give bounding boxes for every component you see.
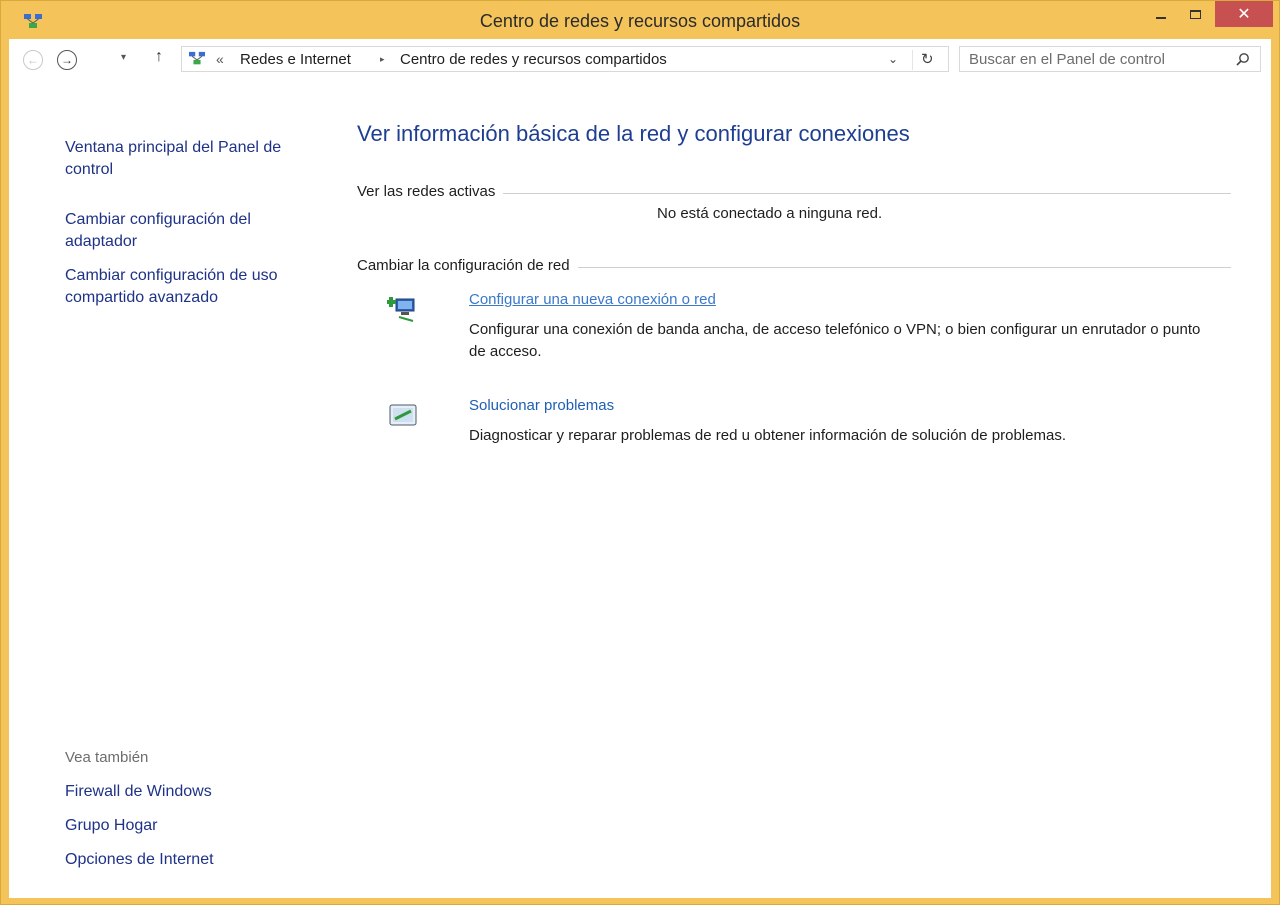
breadcrumb-separator-icon[interactable]: ▸ xyxy=(380,54,385,65)
change-settings-section: Cambiar la configuración de red xyxy=(357,257,1231,277)
back-button[interactable]: ← xyxy=(23,50,43,70)
recent-locations-button[interactable]: ▾ xyxy=(121,52,126,63)
content-area: Ventana principal del Panel de control C… xyxy=(9,79,1271,898)
troubleshoot-link[interactable]: Solucionar problemas xyxy=(469,397,614,414)
breadcrumb-redes-e-internet[interactable]: Redes e Internet xyxy=(240,51,351,68)
forward-button[interactable]: → xyxy=(57,50,77,70)
setup-new-connection-description: Configurar una conexión de banda ancha, … xyxy=(469,321,1201,360)
task-pane: Ventana principal del Panel de control C… xyxy=(9,79,309,898)
address-dropdown-button[interactable]: ⌄ xyxy=(888,52,898,66)
forward-arrow-icon: → xyxy=(61,53,73,67)
search-input[interactable]: Buscar en el Panel de control xyxy=(959,46,1261,72)
close-button[interactable]: ✕ xyxy=(1215,1,1273,27)
see-also-link-homegroup[interactable]: Grupo Hogar xyxy=(65,817,158,835)
window-title: Centro de redes y recursos compartidos xyxy=(479,11,801,31)
back-arrow-icon: ← xyxy=(27,53,39,67)
breadcrumb-overflow-button[interactable]: « xyxy=(216,51,224,67)
see-also-link-internet-options[interactable]: Opciones de Internet xyxy=(65,851,214,869)
section-label: Cambiar la configuración de red xyxy=(357,257,578,274)
search-icon[interactable] xyxy=(1236,52,1250,66)
new-connection-icon[interactable] xyxy=(387,293,419,325)
search-placeholder: Buscar en el Panel de control xyxy=(969,51,1165,68)
see-also-heading: Vea también xyxy=(65,749,149,766)
main-pane: Ver información básica de la red y confi… xyxy=(357,79,1237,898)
refresh-button[interactable]: ↻ xyxy=(912,50,934,70)
troubleshoot-icon[interactable] xyxy=(387,399,419,431)
sidebar-link-change-adapter-settings[interactable]: Cambiar configuración del adaptador xyxy=(65,209,315,253)
up-button[interactable]: ↑ xyxy=(155,48,163,66)
minimize-icon xyxy=(1156,17,1166,19)
network-center-icon xyxy=(189,51,205,65)
maximize-icon xyxy=(1189,9,1201,19)
sidebar-link-advanced-sharing-settings[interactable]: Cambiar configuración de uso compartido … xyxy=(65,265,315,309)
section-label: Ver las redes activas xyxy=(357,183,504,200)
breadcrumb-centro-de-redes[interactable]: Centro de redes y recursos compartidos xyxy=(400,51,667,68)
title-bar[interactable]: Centro de redes y recursos compartidos ✕ xyxy=(1,1,1279,39)
close-icon: ✕ xyxy=(1237,6,1251,23)
navigation-bar: ← → ▾ ↑ « Redes e Internet ▸ Centro de r… xyxy=(9,39,1271,79)
setup-new-connection-link[interactable]: Configurar una nueva conexión o red xyxy=(469,291,716,308)
see-also-link-firewall[interactable]: Firewall de Windows xyxy=(65,783,212,801)
no-network-message: No está conectado a ninguna red. xyxy=(657,205,883,222)
active-networks-section: Ver las redes activas xyxy=(357,183,1231,203)
sidebar-link-control-panel-home[interactable]: Ventana principal del Panel de control xyxy=(65,137,315,181)
maximize-button[interactable] xyxy=(1177,1,1213,27)
troubleshoot-description: Diagnosticar y reparar problemas de red … xyxy=(469,427,1066,444)
minimize-button[interactable] xyxy=(1145,1,1177,27)
address-bar[interactable]: « Redes e Internet ▸ Centro de redes y r… xyxy=(181,46,949,72)
page-title: Ver información básica de la red y confi… xyxy=(357,121,910,146)
window: Centro de redes y recursos compartidos ✕… xyxy=(0,0,1280,905)
